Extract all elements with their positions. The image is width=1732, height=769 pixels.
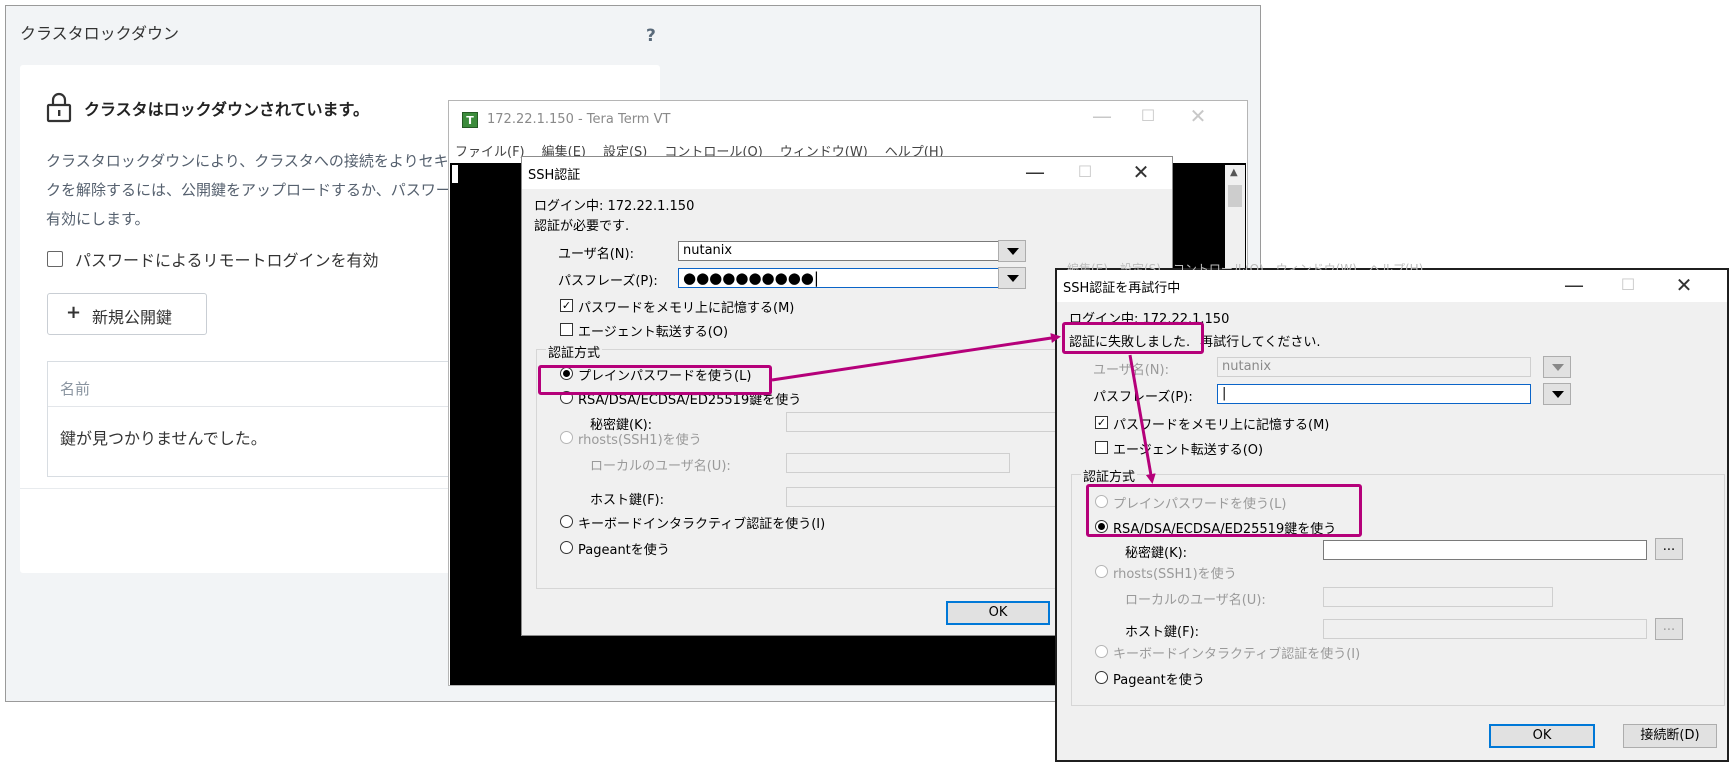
arrow-icon <box>771 333 1156 484</box>
arrow-to-failure <box>771 333 1061 382</box>
arrow-to-rsa <box>1128 354 1156 484</box>
